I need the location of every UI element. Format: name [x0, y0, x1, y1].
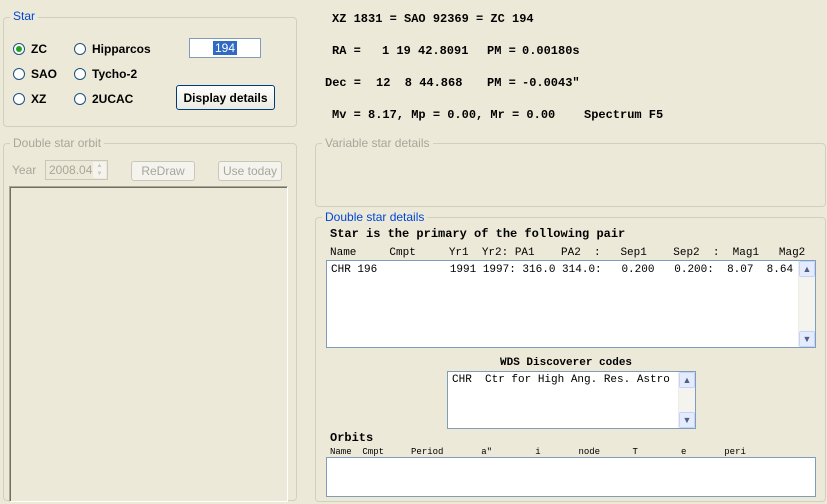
- radio-tycho2[interactable]: Tycho-2: [74, 67, 137, 81]
- use-today-button[interactable]: Use today: [218, 161, 282, 181]
- star-identifiers: XZ 1831 = SAO 92369 = ZC 194: [332, 12, 534, 26]
- pair-scroll-up-icon[interactable]: ▲: [799, 261, 815, 277]
- ra-value: 1 19 42.8091: [382, 44, 469, 58]
- dec-label: Dec =: [325, 76, 362, 90]
- magnitudes: Mv = 8.17, Mp = 0.00, Mr = 0.00: [332, 108, 556, 122]
- year-value: 2008.04: [49, 163, 93, 177]
- star-number-input[interactable]: 194: [189, 38, 261, 58]
- radio-xz-label: XZ: [31, 92, 47, 106]
- orbit-canvas: [9, 186, 288, 502]
- pm-ra-label: PM =: [487, 44, 516, 58]
- orbits-heading: Orbits: [330, 431, 374, 445]
- display-details-button[interactable]: Display details: [176, 85, 275, 110]
- pair-list-scrollbar[interactable]: ▲ ▼: [798, 261, 815, 347]
- radio-tycho2-label: Tycho-2: [92, 67, 138, 81]
- year-stepper[interactable]: 2008.04 ▲ ▼: [45, 160, 108, 180]
- radio-xz-circle[interactable]: [13, 93, 25, 105]
- radio-sao-label: SAO: [31, 67, 58, 81]
- double-heading: Star is the primary of the following pai…: [330, 227, 626, 241]
- year-label: Year: [12, 163, 37, 177]
- pm-dec-label: PM =: [487, 76, 516, 90]
- pm-ra-value: 0.00180s: [522, 44, 580, 58]
- orbits-columns: Name Cmpt Period a" i node T e peri: [330, 447, 746, 457]
- radio-2ucac-label: 2UCAC: [92, 92, 134, 106]
- spectrum: Spectrum F5: [584, 108, 664, 122]
- pair-row[interactable]: CHR 196 1991 1997: 316.0 314.0: 0.200 0.…: [331, 264, 793, 276]
- pm-dec-value: -0.0043": [522, 76, 580, 90]
- radio-2ucac-circle[interactable]: [74, 93, 86, 105]
- pair-columns: Name Cmpt Yr1 Yr2: PA1 PA2 : Sep1 Sep2 :…: [330, 247, 806, 259]
- wds-heading: WDS Discoverer codes: [500, 357, 633, 369]
- orbit-group-title: Double star orbit: [10, 136, 105, 150]
- radio-tycho2-circle[interactable]: [74, 68, 86, 80]
- radio-zc[interactable]: ZC: [13, 42, 47, 56]
- wds-scroll-up-icon[interactable]: ▲: [679, 372, 695, 388]
- radio-xz[interactable]: XZ: [13, 92, 46, 106]
- pair-scroll-down-icon[interactable]: ▼: [799, 331, 815, 347]
- ra-label: RA =: [332, 44, 361, 58]
- double-group-title: Double star details: [322, 210, 428, 224]
- wds-list[interactable]: CHR Ctr for High Ang. Res. Astro ▲ ▼: [447, 371, 696, 429]
- variable-group: Variable star details: [315, 136, 826, 207]
- wds-entry[interactable]: CHR Ctr for High Ang. Res. Astro: [452, 374, 678, 386]
- star-group-title: Star: [10, 9, 39, 23]
- wds-scroll-down-icon[interactable]: ▼: [679, 412, 695, 428]
- wds-list-scrollbar[interactable]: ▲ ▼: [678, 372, 695, 428]
- radio-hipparcos-circle[interactable]: [74, 43, 86, 55]
- radio-hipparcos[interactable]: Hipparcos: [74, 42, 151, 56]
- radio-sao[interactable]: SAO: [13, 67, 57, 81]
- dec-value: 12 8 44.868: [376, 76, 463, 90]
- radio-hipparcos-label: Hipparcos: [92, 42, 151, 56]
- radio-zc-circle[interactable]: [13, 43, 25, 55]
- orbits-list[interactable]: [326, 457, 816, 497]
- variable-group-title: Variable star details: [322, 136, 433, 150]
- radio-zc-label: ZC: [31, 42, 47, 56]
- star-number-selected-text: 194: [212, 41, 238, 55]
- year-down-arrow-icon[interactable]: ▼: [93, 170, 106, 178]
- redraw-button[interactable]: ReDraw: [131, 161, 195, 181]
- radio-2ucac[interactable]: 2UCAC: [74, 92, 133, 106]
- year-up-arrow-icon[interactable]: ▲: [93, 162, 106, 170]
- radio-sao-circle[interactable]: [13, 68, 25, 80]
- pair-list[interactable]: CHR 196 1991 1997: 316.0 314.0: 0.200 0.…: [326, 260, 816, 348]
